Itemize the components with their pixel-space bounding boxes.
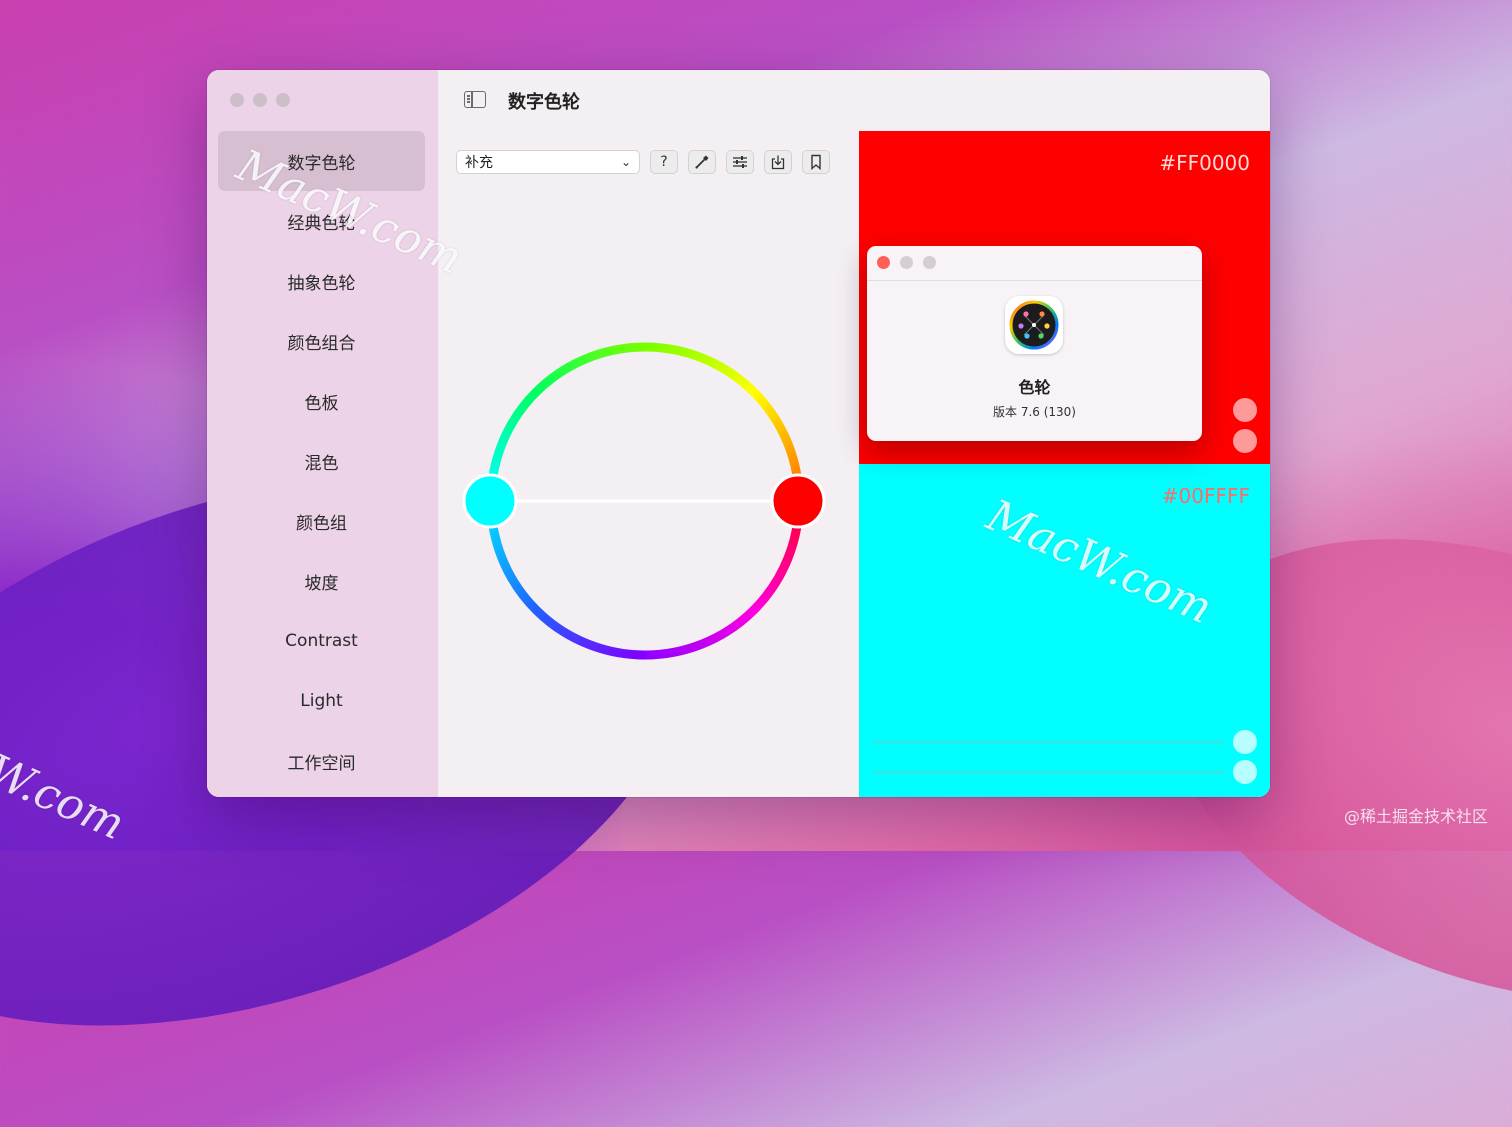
eyedropper-button[interactable] — [688, 150, 716, 174]
help-button[interactable]: ? — [650, 150, 678, 174]
sidebar-item-classic-wheel[interactable]: 经典色轮 — [218, 191, 425, 251]
sidebar-nav: 数字色轮 经典色轮 抽象色轮 颜色组合 色板 混色 颜色组 坡度 Contras… — [218, 131, 425, 791]
about-app-name: 色轮 — [1018, 378, 1051, 397]
color-wheel[interactable] — [438, 200, 858, 797]
about-titlebar — [867, 246, 1202, 281]
about-close-button[interactable] — [877, 256, 890, 269]
sidebar-item-contrast[interactable]: Contrast — [218, 611, 425, 671]
eyedropper-icon — [695, 155, 709, 169]
chevron-down-icon: ⌄ — [620, 155, 631, 169]
sidebar-item-digital-wheel[interactable]: 数字色轮 — [218, 131, 425, 191]
adjust-slider-track[interactable] — [873, 741, 1226, 744]
color-wheel-area — [438, 200, 858, 797]
window-controls — [230, 93, 290, 107]
sidebar-item-abstract-wheel[interactable]: 抽象色轮 — [218, 251, 425, 311]
bookmark-icon — [811, 154, 821, 170]
about-zoom-button — [923, 256, 936, 269]
sidebar: 数字色轮 经典色轮 抽象色轮 颜色组合 色板 混色 颜色组 坡度 Contras… — [207, 70, 438, 797]
close-button[interactable] — [230, 93, 244, 107]
export-icon — [771, 155, 785, 170]
about-window-controls — [877, 256, 936, 269]
adjust-slider-track[interactable] — [873, 771, 1226, 774]
slider-knob[interactable] — [1233, 730, 1257, 754]
zoom-button[interactable] — [276, 93, 290, 107]
swatch-handle[interactable] — [1233, 429, 1257, 453]
export-button[interactable] — [764, 150, 792, 174]
about-dialog: 色轮 版本 7.6 (130) — [867, 246, 1202, 441]
sidebar-item-color-combinations[interactable]: 颜色组合 — [218, 311, 425, 371]
color-wheel-app-icon — [1005, 296, 1063, 354]
sidebar-item-color-groups[interactable]: 颜色组 — [218, 491, 425, 551]
sidebar-item-mix[interactable]: 混色 — [218, 431, 425, 491]
swatch-hex-label: #FF0000 — [1159, 151, 1250, 175]
toolbar: 补充 ⌄ ? — [456, 150, 830, 174]
harmony-mode-select[interactable]: 补充 ⌄ — [456, 150, 640, 174]
swatch-handle[interactable] — [1233, 398, 1257, 422]
adjust-button[interactable] — [726, 150, 754, 174]
sidebar-toggle-icon[interactable] — [464, 91, 486, 108]
app-window: 数字色轮 经典色轮 抽象色轮 颜色组合 色板 混色 颜色组 坡度 Contras… — [207, 70, 1270, 797]
complement-handle[interactable] — [462, 473, 518, 529]
swatch-hex-label: #00FFFF — [1161, 484, 1250, 508]
sidebar-item-workspace[interactable]: 工作空间 — [218, 731, 425, 791]
swatch-complement-color[interactable]: #00FFFF — [859, 464, 1270, 797]
slider-knob[interactable] — [1233, 760, 1257, 784]
sliders-icon — [733, 156, 747, 168]
harmony-mode-value: 补充 — [465, 155, 493, 171]
about-minimize-button — [900, 256, 913, 269]
sidebar-item-light[interactable]: Light — [218, 671, 425, 731]
sidebar-item-palette[interactable]: 色板 — [218, 371, 425, 431]
minimize-button[interactable] — [253, 93, 267, 107]
bookmark-button[interactable] — [802, 150, 830, 174]
page-title: 数字色轮 — [508, 92, 580, 113]
titlebar: 数字色轮 — [438, 70, 1270, 130]
color-swatches: #FF0000 #00FFFF — [859, 131, 1270, 797]
credit-label: @稀土掘金技术社区 — [1343, 807, 1488, 826]
about-app-version: 版本 7.6 (130) — [993, 405, 1076, 419]
sidebar-item-gradient[interactable]: 坡度 — [218, 551, 425, 611]
base-color-handle[interactable] — [770, 473, 826, 529]
